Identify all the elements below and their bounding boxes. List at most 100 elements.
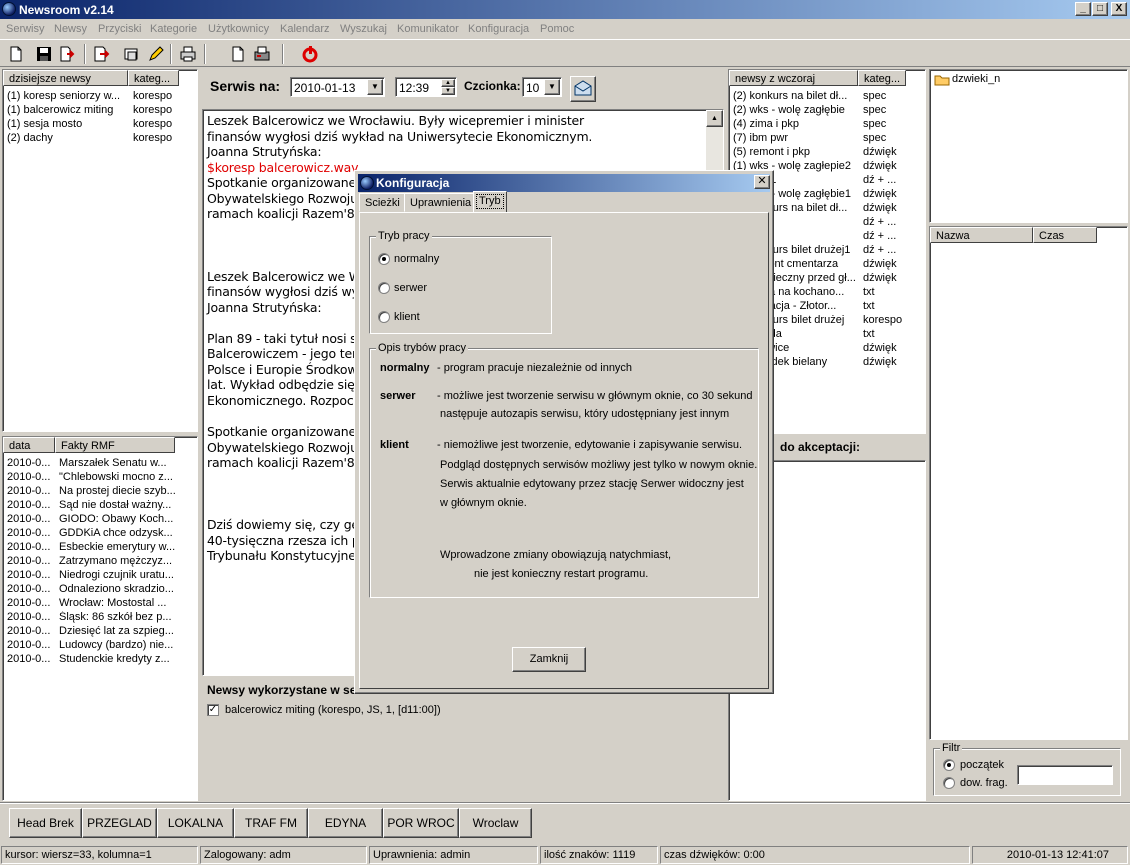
folder-name[interactable]: dzwieki_n (952, 73, 1000, 85)
today-news-list[interactable]: dzisiejsze newsy kateg... (1) koresp sen… (2, 69, 198, 432)
list-item[interactable]: 2010-0... Esbeckie emerytury w... (3, 541, 197, 555)
list-item[interactable]: 2010-0... "Chlebowski mocno z... (3, 471, 197, 485)
menu-kalendarz[interactable]: Kalendarz (280, 23, 330, 35)
export-icon[interactable] (58, 44, 78, 64)
col-header-time[interactable]: Czas (1033, 227, 1097, 243)
dialog-close-button[interactable]: ✕ (754, 175, 770, 189)
editor-line: Ekonomicznego. Rozpoczn (207, 392, 368, 408)
list-item[interactable]: (1) sesja mosto korespo (3, 118, 197, 132)
list-item-category: txt (863, 286, 875, 298)
files-list[interactable]: Nazwa Czas (929, 226, 1128, 740)
service-date-picker[interactable]: 2010-01-13 ▼ (290, 77, 385, 97)
menu-newsy[interactable]: Newsy (54, 23, 87, 35)
list-item[interactable]: 2010-0... GDDKiA chce odzysk... (3, 527, 197, 541)
fax-icon[interactable] (252, 44, 272, 64)
menu-serwisy[interactable]: Serwisy (6, 23, 45, 35)
new-document-icon[interactable] (6, 44, 26, 64)
list-item[interactable]: 2010-0... Śląsk: 86 szkół bez p... (3, 611, 197, 625)
title-bar[interactable]: Newsroom v2.14 _ □ X (0, 0, 1130, 19)
used-news-item[interactable]: balcerowicz miting (korespo, JS, 1, [d11… (225, 704, 441, 716)
menu-uzytkownicy[interactable]: Użytkownicy (208, 23, 269, 35)
col-header-today-news[interactable]: dzisiejsze newsy (3, 70, 128, 86)
mode-client-radio[interactable] (378, 311, 390, 323)
app-globe-icon (360, 176, 374, 190)
facts-list[interactable]: data Fakty RMF 2010-0... Marszałek Senatu… (2, 436, 198, 801)
chevron-down-icon[interactable]: ▼ (367, 79, 383, 95)
printer-icon[interactable] (178, 44, 198, 64)
col-header-category[interactable]: kateg... (128, 70, 179, 86)
quick-button-wroclaw[interactable]: Wroclaw (459, 808, 532, 838)
print-preview-icon[interactable] (122, 44, 142, 64)
quick-button-head-brek[interactable]: Head Brek (9, 808, 82, 838)
list-item[interactable]: 2010-0... Ludowcy (bardzo) nie... (3, 639, 197, 653)
list-item[interactable]: (2) wks - wolę zagłębie spec (729, 104, 925, 118)
pencil-icon[interactable] (146, 44, 166, 64)
quick-button-lokalna[interactable]: LOKALNA (157, 808, 234, 838)
list-item[interactable]: 2010-0... Zatrzymano mężczyz... (3, 555, 197, 569)
list-item[interactable]: (1) balcerowicz miting korespo (3, 104, 197, 118)
scroll-up-icon[interactable]: ▲ (706, 110, 723, 127)
col-header-date[interactable]: data (3, 437, 55, 453)
list-item[interactable]: (5) remont i pkp dźwięk (729, 146, 925, 160)
menu-przyciski[interactable]: Przyciski (98, 23, 141, 35)
col-header-category[interactable]: kateg... (858, 70, 906, 86)
col-header-name[interactable]: Nazwa (930, 227, 1033, 243)
menu-wyszukaj[interactable]: Wyszukaj (340, 23, 387, 35)
col-header-facts[interactable]: Fakty RMF (55, 437, 175, 453)
quick-button-traf-fm[interactable]: TRAF FM (234, 808, 308, 838)
chevron-down-icon[interactable]: ▼ (544, 79, 560, 95)
send-mail-button[interactable] (570, 76, 596, 102)
mode-normal-radio[interactable] (378, 253, 390, 265)
dialog-title-bar[interactable]: Konfiguracja ✕ (358, 174, 770, 192)
spin-up-icon[interactable]: ▲ (441, 79, 455, 87)
list-item[interactable]: (1) koresp seniorzy w... korespo (3, 90, 197, 104)
menu-konfiguracja[interactable]: Konfiguracja (468, 23, 529, 35)
list-item-text: 2010-0... (7, 639, 51, 651)
minimize-button[interactable]: _ (1075, 2, 1091, 16)
mode-server-radio[interactable] (378, 282, 390, 294)
filter-fragment-radio[interactable] (943, 777, 955, 789)
quick-button-jedyna-lokalna[interactable]: EDYNA LOKAI (308, 808, 383, 838)
list-item[interactable]: (4) zima i pkp spec (729, 118, 925, 132)
menu-pomoc[interactable]: Pomoc (540, 23, 574, 35)
list-item[interactable]: 2010-0... Dziesięć lat za szpieg... (3, 625, 197, 639)
new-page-icon[interactable] (228, 44, 248, 64)
filter-start-radio[interactable] (943, 759, 955, 771)
list-item-category: spec (863, 104, 887, 116)
menu-komunikator[interactable]: Komunikator (397, 23, 459, 35)
save-icon[interactable] (34, 44, 54, 64)
tab-mode[interactable]: Tryb (473, 191, 507, 212)
close-button[interactable]: X (1111, 2, 1127, 16)
list-item[interactable]: 2010-0... Wrocław: Mostostal ... (3, 597, 197, 611)
quick-button-przeglad[interactable]: PRZEGLAD (82, 808, 157, 838)
service-time-spinner[interactable]: 12:39 ▲ ▼ (395, 77, 457, 97)
used-news-checkbox[interactable]: ✓ (207, 704, 219, 716)
list-item[interactable]: 2010-0... GIODO: Obawy Koch... (3, 513, 197, 527)
font-size-select[interactable]: 10 ▼ (522, 77, 562, 97)
tab-permissions[interactable]: Uprawnienia (404, 193, 478, 212)
quick-button-por-wroc[interactable]: POR WROC (383, 808, 459, 838)
service-label: Serwis na: (210, 78, 281, 94)
list-item[interactable]: 2010-0... Odnaleziono skradzio... (3, 583, 197, 597)
list-item[interactable]: (2) konkurs na bilet dł... spec (729, 90, 925, 104)
list-item-text: (1) balcerowicz miting (7, 104, 114, 116)
font-size-value: 10 (526, 81, 540, 95)
maximize-button[interactable]: □ (1092, 2, 1108, 16)
dialog-close-button[interactable]: Zamknij (512, 647, 586, 672)
col-header-yesterday-news[interactable]: newsy z wczoraj (729, 70, 858, 86)
spin-down-icon[interactable]: ▼ (441, 87, 455, 95)
list-item[interactable]: 2010-0... Sąd nie dostał ważny... (3, 499, 197, 513)
list-item[interactable]: 2010-0... Niedrogi czujnik uratu... (3, 569, 197, 583)
filter-input[interactable] (1017, 765, 1113, 785)
list-item[interactable]: (2) dachy korespo (3, 132, 197, 146)
refresh-icon[interactable] (300, 44, 320, 64)
tab-paths[interactable]: Scieżki (359, 193, 406, 212)
list-item[interactable]: 2010-0... Na prostej diecie szyb... (3, 485, 197, 499)
list-item-category: dźwięk (863, 272, 897, 284)
list-item[interactable]: 2010-0... Studenckie kredyty z... (3, 653, 197, 667)
menu-kategorie[interactable]: Kategorie (150, 23, 197, 35)
list-item[interactable]: (7) ibm pwr spec (729, 132, 925, 146)
folder-tree[interactable]: dzwieki_n (929, 69, 1128, 223)
list-item[interactable]: 2010-0... Marszałek Senatu w... (3, 457, 197, 471)
send-icon[interactable] (92, 44, 112, 64)
